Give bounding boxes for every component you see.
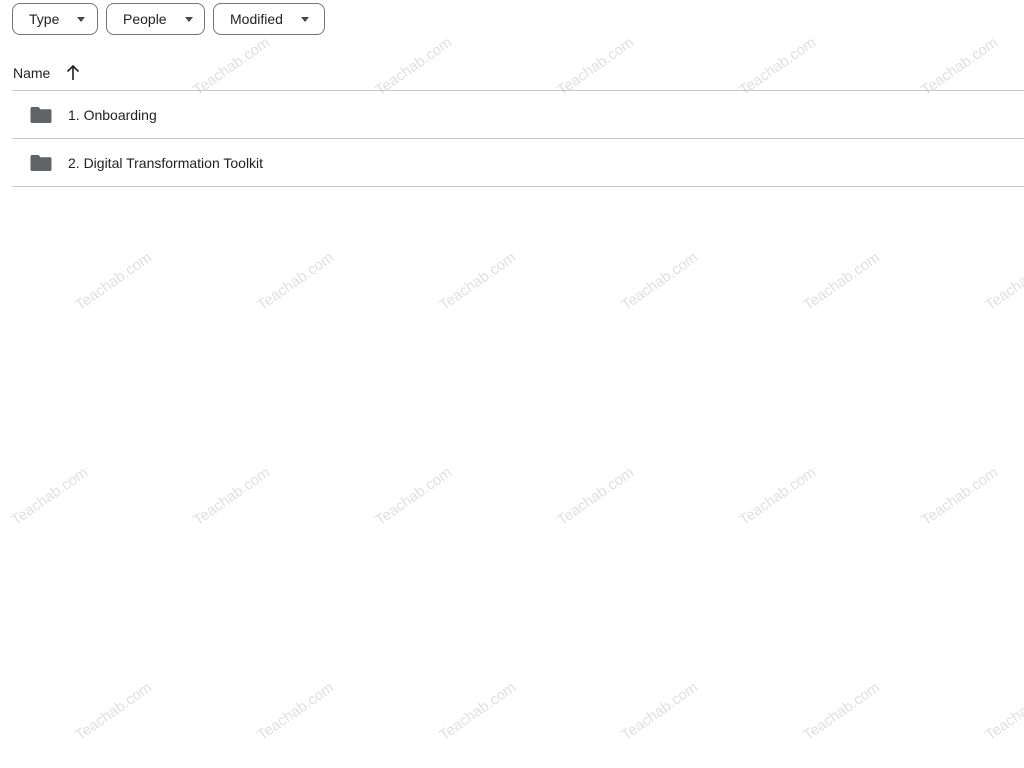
watermark-text: Teachab.com [736, 463, 820, 529]
watermark-text: Teachab.com [254, 678, 338, 744]
drive-file-list: Type People Modified Name 1. Onboarding … [0, 0, 1024, 768]
watermark-text: Teachab.com [190, 463, 274, 529]
filter-people-chip[interactable]: People [106, 3, 205, 35]
filter-type-chip[interactable]: Type [12, 3, 98, 35]
item-name: 2. Digital Transformation Toolkit [68, 154, 264, 171]
watermark-text: Teachab.com [254, 248, 338, 314]
watermark-text: Teachab.com [72, 248, 156, 314]
filter-type-label: Type [29, 11, 60, 27]
folder-icon [30, 106, 52, 124]
watermark-text: Teachab.com [436, 678, 520, 744]
file-list: 1. Onboarding 2. Digital Transformation … [12, 91, 1024, 187]
watermark-text: Teachab.com [554, 463, 638, 529]
item-name: 1. Onboarding [68, 106, 157, 123]
watermark-text: Teachab.com [982, 248, 1024, 314]
watermark-text: Teachab.com [982, 678, 1024, 744]
list-item[interactable]: 2. Digital Transformation Toolkit [12, 139, 1024, 187]
filter-bar: Type People Modified [12, 3, 325, 35]
watermark-text: Teachab.com [800, 248, 884, 314]
watermark-text: Teachab.com [618, 678, 702, 744]
watermark-text: Teachab.com [72, 678, 156, 744]
caret-down-icon [77, 16, 86, 22]
watermark-text: Teachab.com [800, 678, 884, 744]
folder-icon [30, 154, 52, 172]
watermark-text: Teachab.com [436, 248, 520, 314]
watermark-text: Teachab.com [8, 463, 92, 529]
filter-people-label: People [123, 11, 167, 27]
filter-modified-chip[interactable]: Modified [213, 3, 325, 35]
list-header: Name [12, 56, 1024, 91]
watermark-text: Teachab.com [618, 248, 702, 314]
watermark-text: Teachab.com [918, 463, 1002, 529]
watermark-text: Teachab.com [372, 463, 456, 529]
name-column-header[interactable]: Name [13, 65, 50, 81]
list-item[interactable]: 1. Onboarding [12, 91, 1024, 139]
caret-down-icon [300, 16, 309, 22]
arrow-up-icon[interactable] [66, 64, 80, 81]
caret-down-icon [184, 16, 193, 22]
filter-modified-label: Modified [230, 11, 283, 27]
